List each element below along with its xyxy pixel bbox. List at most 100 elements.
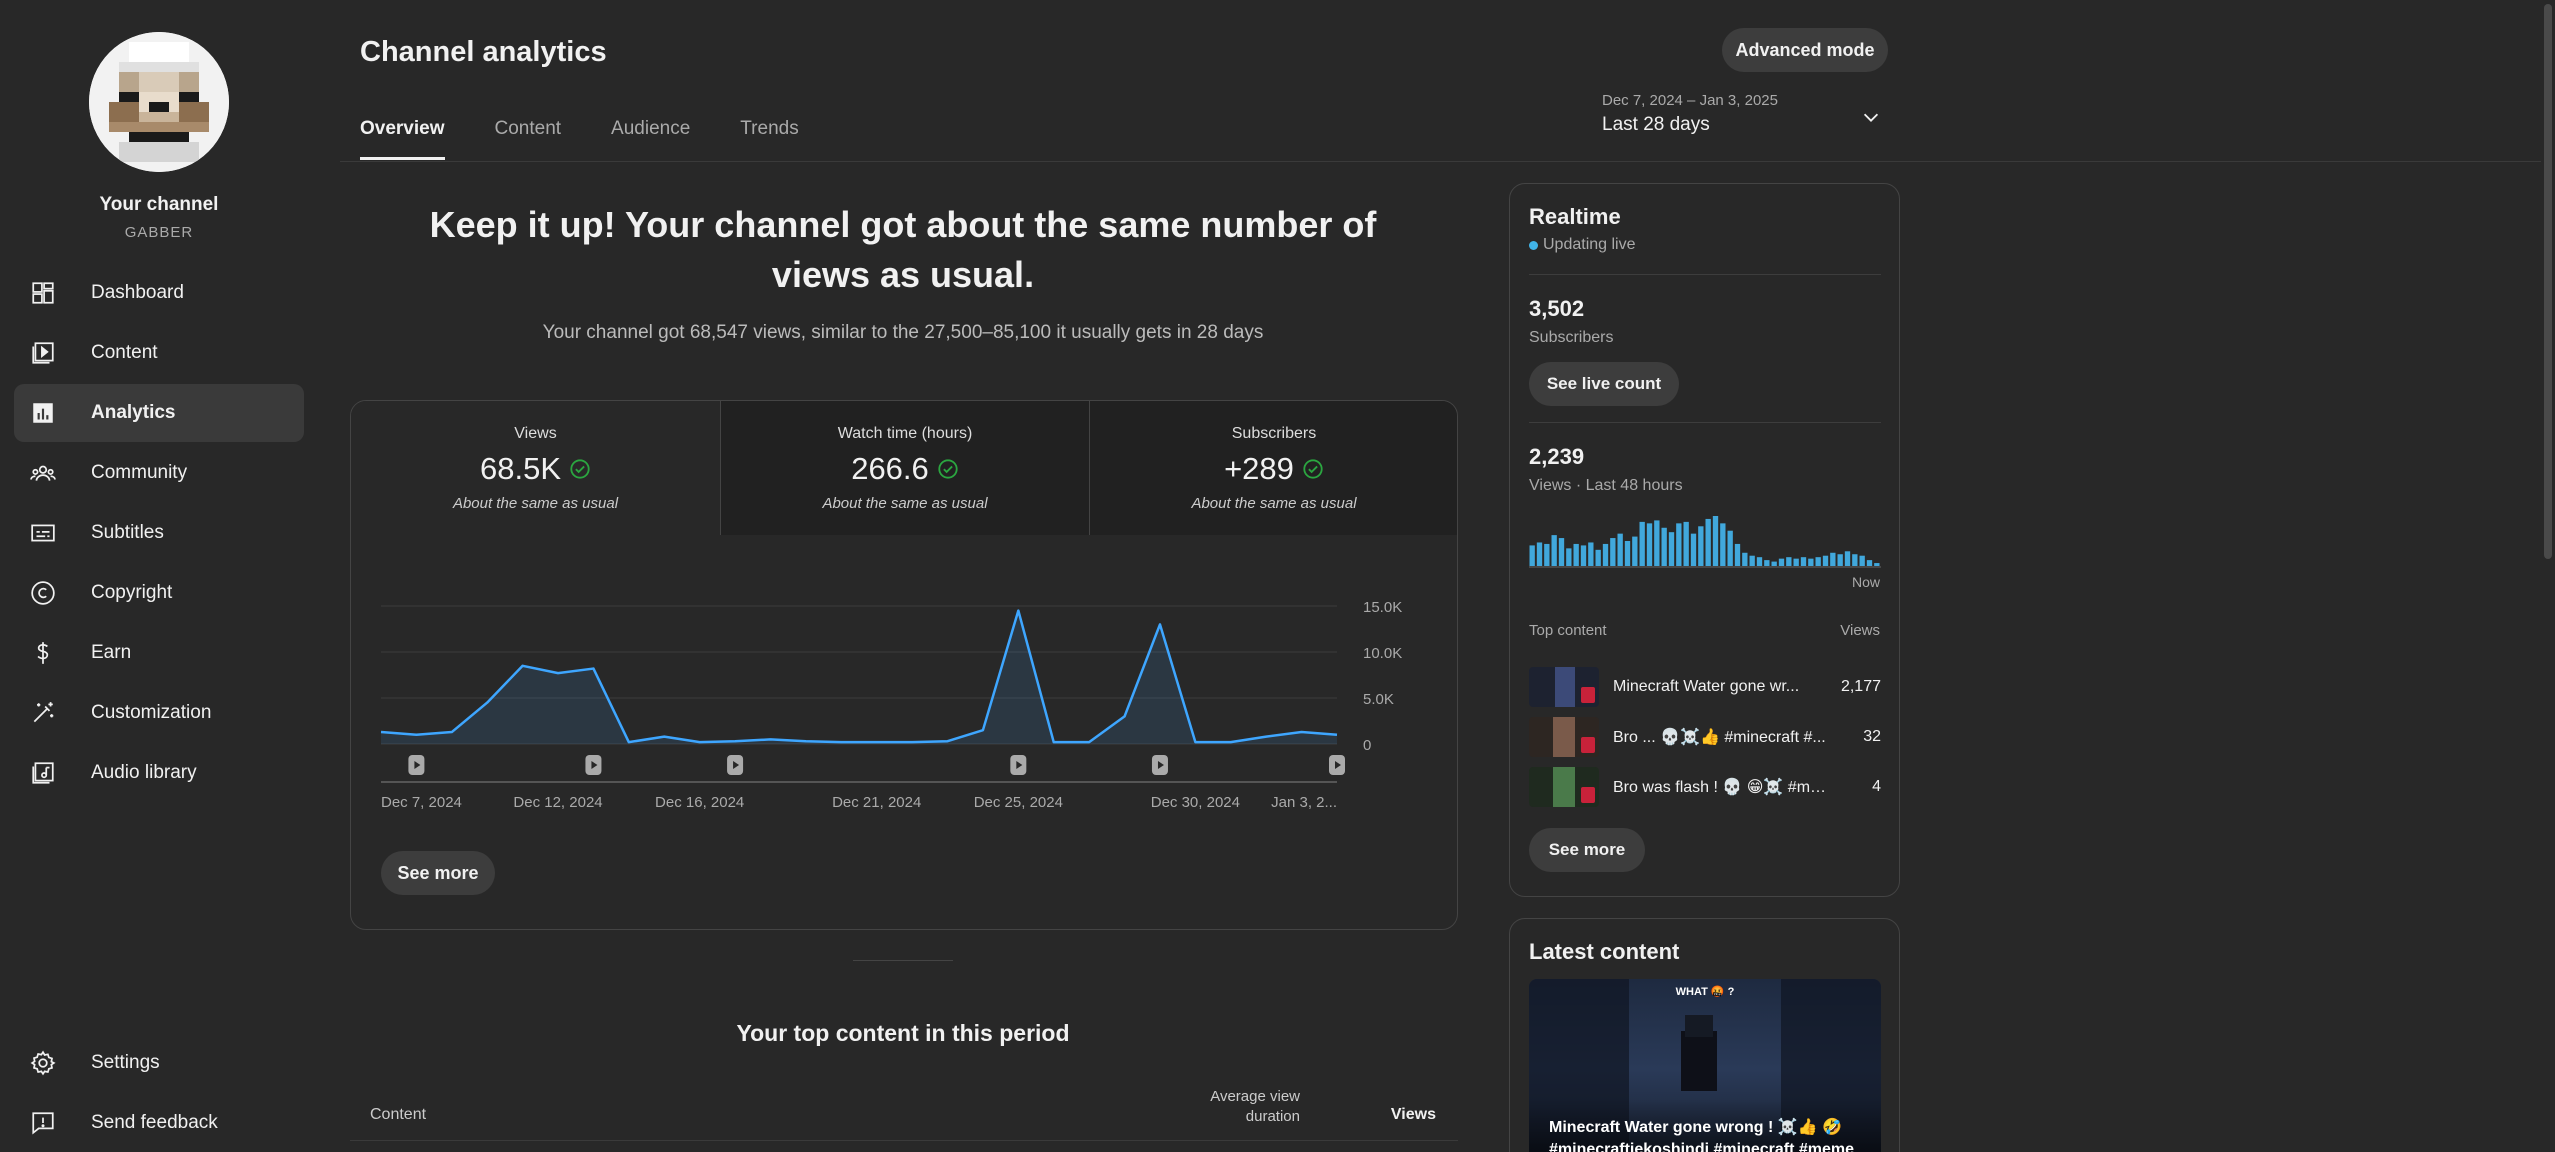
realtime-bar[interactable] — [1566, 548, 1572, 566]
realtime-bar[interactable] — [1800, 557, 1807, 566]
realtime-bar[interactable] — [1661, 527, 1667, 566]
realtime-bar[interactable] — [1793, 558, 1799, 566]
realtime-bar[interactable] — [1822, 555, 1829, 566]
realtime-bar[interactable] — [1852, 554, 1858, 566]
latest-content-title: Latest content — [1529, 939, 1680, 964]
video-thumbnail — [1529, 767, 1599, 807]
realtime-bar[interactable] — [1756, 557, 1763, 566]
realtime-bar[interactable] — [1786, 557, 1792, 566]
views-chart[interactable]: 0 5.0K 10.0K 15.0K Dec 7, 2024 Dec 12, 2024 De… — [351, 551, 1458, 821]
realtime-bar[interactable] — [1764, 560, 1770, 566]
sidebar-item-earn[interactable]: Earn — [14, 624, 304, 682]
metric-note: About the same as usual — [1191, 495, 1357, 512]
top-content-row[interactable]: Bro was flash ! 💀 😁☠️ #min... 4 — [1529, 766, 1881, 808]
realtime-bar[interactable] — [1617, 533, 1623, 566]
realtime-bar[interactable] — [1690, 533, 1697, 566]
metric-watch-time[interactable]: Watch time (hours) 266.6 About the same … — [720, 401, 1089, 535]
sidebar-item-content[interactable]: Content — [14, 324, 304, 382]
page-scrollbar[interactable] — [2541, 0, 2555, 1152]
shorts-marker-icon[interactable] — [1151, 755, 1168, 775]
scrollbar-thumb[interactable] — [2544, 4, 2552, 559]
realtime-bar[interactable] — [1705, 518, 1711, 566]
sidebar-item-analytics[interactable]: Analytics — [14, 384, 304, 442]
shorts-marker-icon[interactable] — [727, 755, 744, 775]
realtime-bar[interactable] — [1632, 536, 1638, 566]
realtime-card: Realtime Updating live 3,502 Subscribers… — [1509, 183, 1900, 897]
realtime-bar[interactable] — [1654, 520, 1660, 566]
realtime-bar[interactable] — [1844, 551, 1851, 566]
tab-trends[interactable]: Trends — [740, 118, 798, 160]
realtime-bar[interactable] — [1595, 549, 1601, 566]
sidebar-item-customization[interactable]: Customization — [14, 684, 304, 742]
realtime-bar[interactable] — [1830, 552, 1836, 566]
shorts-marker-icon[interactable] — [1329, 755, 1345, 775]
sidebar-item-dashboard[interactable]: Dashboard — [14, 264, 304, 322]
realtime-bar[interactable] — [1778, 558, 1785, 566]
top-content-row[interactable]: Minecraft Water gone wr... 2,177 — [1529, 666, 1881, 708]
advanced-mode-button[interactable]: Advanced mode — [1722, 28, 1888, 72]
realtime-bar[interactable] — [1551, 535, 1557, 566]
realtime-bar[interactable] — [1712, 516, 1719, 566]
realtime-bar[interactable] — [1771, 561, 1777, 566]
realtime-bar[interactable] — [1602, 543, 1609, 566]
sidebar-item-send-feedback[interactable]: Send feedback — [14, 1094, 304, 1152]
realtime-bar[interactable] — [1874, 563, 1880, 566]
sidebar-item-settings[interactable]: Settings — [14, 1034, 304, 1092]
community-icon — [30, 460, 56, 486]
shorts-marker-icon[interactable] — [585, 755, 602, 775]
tab-overview[interactable]: Overview — [360, 118, 445, 160]
realtime-bar[interactable] — [1815, 557, 1821, 566]
column-header-avg-view-duration[interactable]: Average view duration — [1180, 1087, 1300, 1127]
realtime-bar[interactable] — [1742, 552, 1748, 566]
realtime-bar[interactable] — [1580, 545, 1587, 566]
metric-subscribers[interactable]: Subscribers +289 About the same as usual — [1089, 401, 1457, 535]
realtime-bar[interactable] — [1558, 538, 1565, 566]
realtime-bar[interactable] — [1668, 532, 1675, 566]
realtime-bar-chart[interactable] — [1529, 514, 1881, 568]
realtime-see-more-button[interactable]: See more — [1529, 828, 1645, 872]
realtime-bar[interactable] — [1837, 554, 1843, 566]
latest-video-thumbnail[interactable]: WHAT 🤬 ? Minecraft Water gone wrong ! ☠️… — [1529, 979, 1881, 1152]
date-range-text[interactable]: Dec 7, 2024 – Jan 3, 2025 — [1602, 92, 1778, 109]
top-content-row[interactable]: Bro ... 💀☠️👍 #minecraft #... 32 — [1529, 716, 1881, 758]
shorts-marker-icon[interactable] — [408, 755, 425, 775]
sidebar-item-community[interactable]: Community — [14, 444, 304, 502]
channel-avatar[interactable] — [89, 32, 229, 172]
realtime-bar[interactable] — [1683, 521, 1689, 566]
x-tick-label: Dec 25, 2024 — [974, 794, 1063, 811]
realtime-bar[interactable] — [1639, 521, 1645, 566]
realtime-bar[interactable] — [1698, 526, 1704, 566]
realtime-bar[interactable] — [1646, 523, 1653, 566]
realtime-bar[interactable] — [1529, 545, 1535, 566]
realtime-bar[interactable] — [1624, 541, 1631, 566]
shorts-marker-icon[interactable] — [1010, 755, 1027, 775]
realtime-bar[interactable] — [1727, 530, 1733, 566]
tab-audience[interactable]: Audience — [611, 118, 690, 160]
column-header-views[interactable]: Views — [1360, 1106, 1436, 1124]
realtime-bar[interactable] — [1859, 555, 1865, 566]
realtime-bar[interactable] — [1808, 558, 1814, 566]
metric-note: About the same as usual — [822, 495, 988, 512]
metric-views[interactable]: Views 68.5K About the same as usual — [351, 401, 720, 535]
see-live-count-button[interactable]: See live count — [1529, 362, 1679, 406]
realtime-bar[interactable] — [1720, 523, 1726, 566]
tab-content[interactable]: Content — [495, 118, 562, 160]
realtime-bar[interactable] — [1588, 542, 1594, 566]
sidebar-item-copyright[interactable]: Copyright — [14, 564, 304, 622]
sidebar-item-label: Settings — [91, 1052, 160, 1073]
sidebar-item-subtitles[interactable]: Subtitles — [14, 504, 304, 562]
chevron-down-icon[interactable] — [1860, 106, 1882, 128]
metric-label: Watch time (hours) — [837, 425, 973, 442]
date-period-label[interactable]: Last 28 days — [1602, 114, 1710, 136]
realtime-bar[interactable] — [1676, 523, 1682, 566]
realtime-bar[interactable] — [1536, 542, 1543, 566]
realtime-bar[interactable] — [1610, 538, 1616, 566]
realtime-bar[interactable] — [1544, 543, 1550, 566]
video-title: Bro was flash ! 💀 😁☠️ #min... — [1613, 779, 1828, 796]
realtime-bar[interactable] — [1866, 560, 1873, 566]
realtime-bar[interactable] — [1734, 543, 1741, 566]
realtime-bar[interactable] — [1573, 543, 1579, 566]
sidebar-item-audio-library[interactable]: Audio library — [14, 744, 304, 802]
realtime-bar[interactable] — [1749, 555, 1755, 566]
see-more-button[interactable]: See more — [381, 851, 495, 895]
